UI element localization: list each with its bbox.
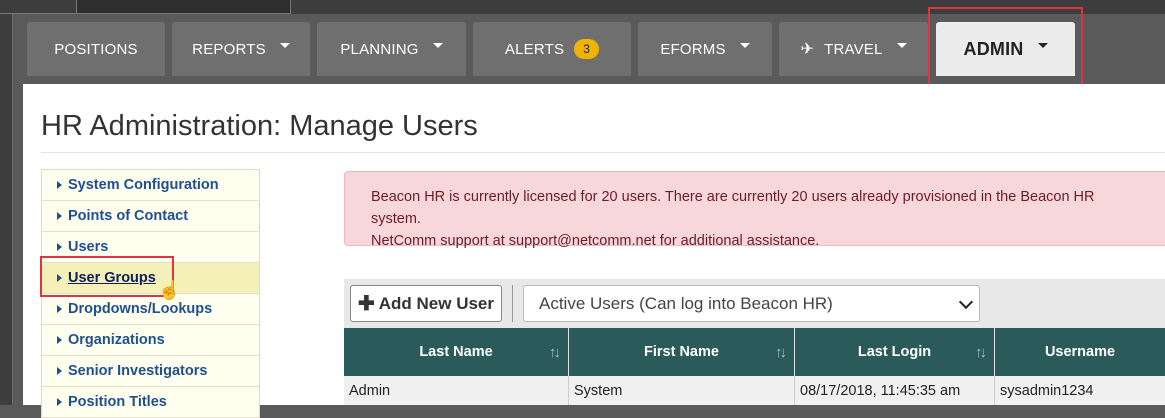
tab-label: POSITIONS — [54, 40, 138, 58]
tab-label: PLANNING — [340, 40, 419, 58]
table-cell: Admin — [344, 376, 569, 405]
tab-positions[interactable]: POSITIONS — [27, 22, 165, 76]
user-filter-value: Active Users (Can log into Beacon HR) — [539, 293, 833, 313]
chevron-down-icon — [958, 294, 974, 310]
caret-down-icon — [896, 42, 907, 48]
triangle-right-icon — [57, 305, 62, 313]
menu-item-system-configuration[interactable]: System Configuration — [42, 170, 259, 201]
sort-icon[interactable]: ↑↓ — [775, 344, 787, 361]
tab-label: REPORTS — [192, 40, 266, 58]
license-alert: Beacon HR is currently licensed for 20 u… — [344, 171, 1165, 249]
plus-icon: ✚ — [357, 293, 375, 315]
top-strip-segment — [0, 0, 77, 14]
sort-icon[interactable]: ↑↓ — [975, 344, 987, 361]
triangle-right-icon — [57, 181, 62, 189]
tab-alerts[interactable]: ALERTS 3 — [473, 22, 631, 76]
tab-reports[interactable]: REPORTS — [172, 22, 310, 76]
toolbar-separator — [512, 285, 513, 322]
add-new-user-button[interactable]: ✚ Add New User — [350, 285, 502, 322]
triangle-right-icon — [57, 367, 62, 375]
tab-travel[interactable]: ✈ TRAVEL — [779, 22, 928, 76]
menu-item-label: Users — [68, 239, 109, 255]
caret-down-icon — [279, 42, 290, 48]
column-header-username[interactable]: Username — [995, 328, 1165, 376]
column-header-label: Last Login — [857, 344, 932, 360]
menu-item-label: Organizations — [68, 332, 165, 348]
table-cell: System — [569, 376, 795, 405]
table-cell: 08/17/2018, 11:45:35 am — [795, 376, 995, 405]
user-filter-select[interactable]: Active Users (Can log into Beacon HR) — [523, 285, 980, 322]
menu-item-label: Points of Contact — [68, 208, 189, 224]
tab-label: TRAVEL — [824, 40, 883, 58]
column-header-label: Last Name — [419, 344, 493, 360]
menu-item-senior-investigators[interactable]: Senior Investigators — [42, 356, 259, 387]
column-header-label: Username — [1044, 344, 1116, 360]
menu-item-organizations[interactable]: Organizations — [42, 325, 259, 356]
hand-cursor-icon: ☝ — [158, 280, 181, 300]
add-new-user-label: Add New User — [378, 293, 494, 313]
tab-eforms[interactable]: EFORMS — [638, 22, 772, 76]
alerts-count-badge: 3 — [574, 39, 600, 59]
tab-label: EFORMS — [660, 40, 726, 58]
column-header-last-login[interactable]: Last Login ↑↓ — [795, 328, 995, 376]
caret-down-icon — [432, 42, 443, 48]
triangle-right-icon — [57, 212, 62, 220]
menu-item-points-of-contact[interactable]: Points of Contact — [42, 201, 259, 232]
menu-item-position-titles[interactable]: Position Titles — [42, 387, 259, 418]
triangle-right-icon — [57, 243, 62, 251]
alert-line: Beacon HR is currently licensed for 20 u… — [371, 189, 1095, 227]
menu-item-dropdowns-lookups[interactable]: Dropdowns/Lookups — [42, 294, 259, 325]
column-header-label: First Name — [644, 344, 719, 360]
top-strip-segment — [77, 0, 291, 14]
caret-down-icon — [739, 42, 750, 48]
triangle-right-icon — [57, 336, 62, 344]
left-edge — [0, 14, 13, 405]
airplane-icon: ✈ — [800, 41, 815, 58]
menu-item-label: Senior Investigators — [68, 363, 208, 379]
menu-item-label: Dropdowns/Lookups — [68, 301, 213, 317]
title-divider — [41, 152, 1165, 153]
menu-item-label: System Configuration — [68, 177, 219, 193]
column-header-first-name[interactable]: First Name ↑↓ — [569, 328, 795, 376]
table-cell: sysadmin1234 — [1000, 382, 1094, 399]
column-header-last-name[interactable]: Last Name ↑↓ — [344, 328, 569, 376]
page-title: HR Administration: Manage Users — [41, 110, 478, 142]
menu-item-label: Position Titles — [68, 394, 167, 410]
tab-label: ALERTS — [504, 40, 565, 58]
user-groups-highlight-box — [40, 256, 174, 297]
sort-icon[interactable]: ↑↓ — [549, 344, 561, 361]
alert-line: NetComm support at support@netcomm.net f… — [371, 233, 820, 249]
tab-planning[interactable]: PLANNING — [317, 22, 466, 76]
